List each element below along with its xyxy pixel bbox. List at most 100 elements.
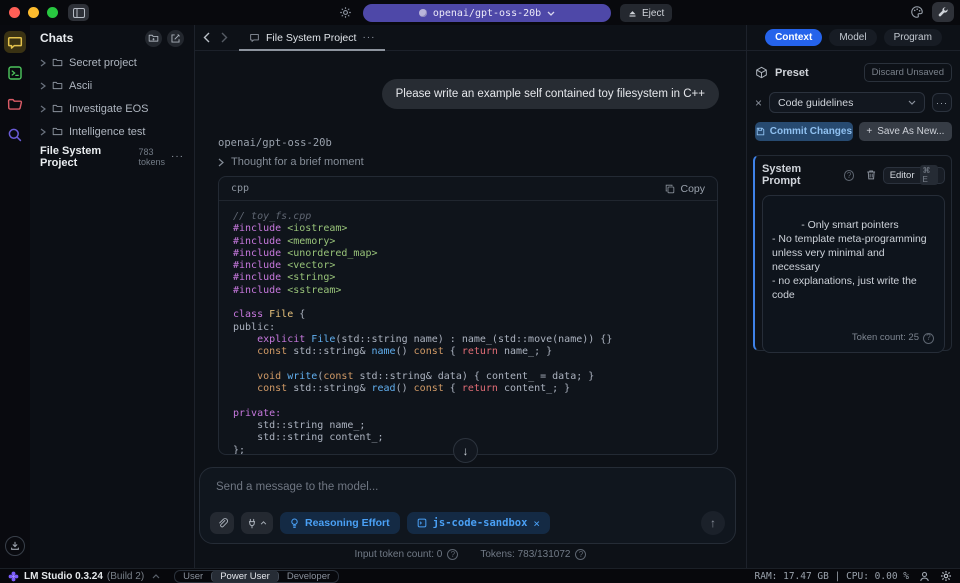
tab-program[interactable]: Program: [884, 29, 942, 46]
eject-model-button[interactable]: Eject: [620, 4, 672, 22]
system-prompt-card: System Prompt ? Editor ⌘ E - Only smart …: [753, 155, 952, 351]
folder-icon: [52, 104, 63, 113]
copy-icon: [665, 184, 675, 194]
model-selector[interactable]: openai/gpt-oss-20b: [363, 4, 611, 22]
open-editor-button[interactable]: Editor ⌘ E: [883, 167, 945, 184]
chevron-right-icon: [40, 105, 46, 113]
attach-file-button[interactable]: [210, 512, 234, 534]
sidebar-toggle-icon: [73, 8, 85, 18]
scroll-to-bottom-button[interactable]: ↓: [453, 438, 478, 463]
input-token-count: Input token count: 0: [355, 549, 443, 560]
folder-row-ascii[interactable]: Ascii: [30, 74, 194, 97]
rail-my-models-button[interactable]: [4, 93, 26, 115]
app-rail: [0, 25, 30, 568]
tab-more-icon[interactable]: ···: [362, 32, 375, 43]
code-block: cpp Copy // toy_fs.cpp#include <iostream…: [218, 176, 718, 455]
sidebar-toggle-button[interactable]: [68, 4, 89, 21]
send-message-button[interactable]: ↑: [701, 511, 725, 535]
tab-title: File System Project: [266, 32, 356, 44]
folder-icon: [52, 58, 63, 67]
rail-discover-button[interactable]: [4, 124, 26, 146]
tab-context[interactable]: Context: [765, 29, 822, 46]
sandbox-icon: [417, 518, 427, 528]
js-code-sandbox-chip[interactable]: js-code-sandbox ×: [407, 512, 550, 534]
preset-select[interactable]: Code guidelines: [769, 92, 925, 113]
new-folder-button[interactable]: [145, 30, 162, 47]
lm-studio-logo: [8, 571, 19, 582]
settings-gear-icon[interactable]: [940, 570, 952, 582]
settings-panel-toggle-button[interactable]: [932, 2, 954, 22]
system-prompt-textarea[interactable]: - Only smart pointers - No template meta…: [762, 195, 945, 353]
folder-label: Intelligence test: [69, 126, 145, 138]
commit-changes-button[interactable]: Commit Changes: [755, 122, 853, 141]
tab-file-system-project[interactable]: File System Project ···: [239, 25, 385, 51]
downloads-button[interactable]: [5, 536, 25, 556]
model-settings-gear-icon[interactable]: [339, 6, 352, 19]
rail-chat-button[interactable]: [4, 31, 26, 53]
help-icon[interactable]: ?: [447, 549, 458, 560]
integrations-button[interactable]: [241, 512, 273, 534]
code-language-label: cpp: [231, 183, 665, 194]
save-icon: [756, 127, 765, 136]
tab-model[interactable]: Model: [829, 29, 876, 46]
stats-separator: |: [835, 571, 841, 582]
chat-tab-icon: [249, 33, 260, 43]
window-controls: [9, 7, 58, 18]
mode-user[interactable]: User: [175, 571, 211, 582]
reasoning-effort-label: Reasoning Effort: [305, 517, 390, 529]
rail-developer-button[interactable]: [4, 62, 26, 84]
token-count-help-icon[interactable]: ?: [923, 333, 934, 344]
user-message-bubble: Please write an example self contained t…: [382, 79, 719, 109]
active-chat-tokens: 783 tokens: [138, 147, 165, 167]
nav-forward-button[interactable]: [217, 32, 231, 43]
copy-code-button[interactable]: Copy: [665, 183, 705, 195]
lm-studio-window: openai/gpt-oss-20b Eject: [0, 0, 960, 583]
status-chevron-up-icon[interactable]: [152, 574, 160, 579]
discard-unsaved-button[interactable]: Discard Unsaved: [864, 63, 952, 82]
preset-selected-value: Code guidelines: [778, 97, 908, 109]
ram-usage: RAM: 17.47 GB: [755, 571, 829, 582]
message-composer: Reasoning Effort js-code-sandbox × ↑: [199, 467, 736, 544]
minimize-window-button[interactable]: [28, 7, 39, 18]
folder-row-intelligence-test[interactable]: Intelligence test: [30, 120, 194, 143]
app-version: LM Studio 0.3.24: [24, 571, 103, 582]
theme-palette-icon[interactable]: [910, 5, 924, 19]
folder-label: Ascii: [69, 80, 92, 92]
folder-label: Investigate EOS: [69, 103, 149, 115]
context-token-count: Tokens: 783/131072: [480, 549, 570, 560]
active-chat-row[interactable]: File System Project 783 tokens ···: [30, 144, 194, 169]
zoom-window-button[interactable]: [47, 7, 58, 18]
chat-more-icon[interactable]: ···: [171, 151, 184, 162]
remove-sandbox-icon[interactable]: ×: [533, 517, 540, 530]
user-mode-switcher: User Power User Developer: [174, 570, 339, 583]
mode-power-user[interactable]: Power User: [211, 571, 279, 582]
system-prompt-help-icon[interactable]: ?: [844, 170, 854, 181]
eject-icon: [628, 9, 637, 18]
copy-label: Copy: [680, 183, 705, 195]
new-folder-icon: [148, 33, 159, 43]
folder-row-secret-project[interactable]: Secret project: [30, 51, 194, 74]
user-account-icon[interactable]: [919, 571, 930, 582]
eject-label: Eject: [642, 8, 664, 19]
nav-back-button[interactable]: [199, 32, 213, 43]
trash-icon[interactable]: [866, 169, 876, 181]
new-chat-button[interactable]: [167, 30, 184, 47]
save-as-new-label: Save As New...: [877, 126, 944, 137]
build-label: (Build 2): [107, 571, 144, 582]
message-input[interactable]: [200, 468, 735, 508]
model-icon: [419, 9, 427, 17]
preset-more-button[interactable]: ···: [932, 93, 952, 112]
thought-toggle[interactable]: Thought for a brief moment: [218, 156, 364, 168]
system-prompt-title: System Prompt: [762, 163, 838, 187]
status-bar: LM Studio 0.3.24 (Build 2) User Power Us…: [0, 568, 960, 583]
title-bar: openai/gpt-oss-20b Eject: [0, 0, 960, 25]
mode-developer[interactable]: Developer: [279, 571, 338, 582]
token-counters: Input token count: 0 ? Tokens: 783/13107…: [195, 549, 746, 560]
folder-row-investigate-eos[interactable]: Investigate EOS: [30, 97, 194, 120]
help-icon[interactable]: ?: [575, 549, 586, 560]
panel-tabs: Context Model Program: [747, 25, 960, 51]
reasoning-effort-chip[interactable]: Reasoning Effort: [280, 512, 400, 534]
close-window-button[interactable]: [9, 7, 20, 18]
clear-preset-icon[interactable]: ×: [755, 96, 762, 110]
save-as-new-button[interactable]: + Save As New...: [859, 122, 952, 141]
